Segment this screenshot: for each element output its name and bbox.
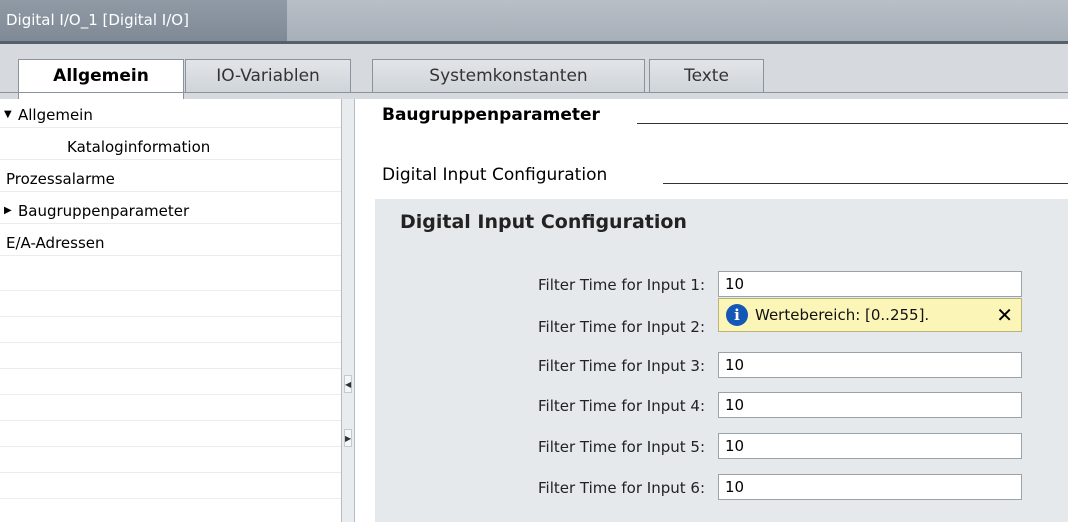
param-label-5: Filter Time for Input 5:: [538, 438, 705, 456]
subsection-divider: [663, 183, 1068, 184]
digital-input-panel: Digital Input Configuration Filter Time …: [375, 199, 1068, 522]
window-title: Digital I/O_1 [Digital I/O]: [0, 0, 287, 41]
tab-row: Allgemein IO-Variablen Systemkonstanten …: [0, 44, 1068, 100]
panel-title: Digital Input Configuration: [400, 211, 687, 233]
nav-item-ea-adressen[interactable]: E/A-Adressen: [0, 230, 341, 256]
nav-empty-row: [0, 499, 341, 522]
nav-empty-row: [0, 369, 341, 395]
nav-item-prozessalarme[interactable]: Prozessalarme: [0, 166, 341, 192]
panel-splitter[interactable]: ◀ ▶: [341, 99, 355, 522]
tab-baseline: [0, 92, 1068, 93]
nav-empty-row: [0, 395, 341, 421]
filter-time-input-5[interactable]: [718, 433, 1022, 459]
nav-item-label: Kataloginformation: [67, 138, 211, 156]
tab-systemkonstanten[interactable]: Systemkonstanten: [372, 59, 645, 93]
param-label-1: Filter Time for Input 1:: [538, 276, 705, 294]
filter-time-input-3[interactable]: [718, 352, 1022, 378]
subsection-title: Digital Input Configuration: [382, 165, 616, 185]
nav-item-allgemein[interactable]: ▼ Allgemein: [0, 102, 341, 128]
section-divider: [637, 123, 1068, 124]
filter-time-input-6[interactable]: [718, 474, 1022, 500]
info-icon: i: [726, 304, 748, 326]
triangle-down-icon[interactable]: ▼: [4, 102, 12, 128]
tab-allgemein[interactable]: Allgemein: [18, 59, 184, 100]
filter-time-input-4[interactable]: [718, 392, 1022, 418]
close-icon[interactable]: ✕: [996, 299, 1013, 331]
section-title: Baugruppenparameter: [382, 105, 608, 125]
triangle-right-icon[interactable]: ▶: [4, 198, 12, 224]
nav-item-label: Allgemein: [18, 106, 93, 124]
nav-item-label: Prozessalarme: [6, 170, 115, 188]
nav-item-label: Baugruppenparameter: [18, 202, 190, 220]
nav-empty-row: [0, 343, 341, 369]
tooltip-message: Wertebereich: [0..255].: [755, 306, 930, 324]
param-label-2: Filter Time for Input 2:: [538, 318, 705, 336]
title-bar: Digital I/O_1 [Digital I/O]: [0, 0, 1068, 44]
collapse-left-icon[interactable]: ◀: [344, 375, 352, 393]
nav-empty-row: [0, 447, 341, 473]
nav-empty-row: [0, 421, 341, 447]
navigation-tree: ▼ Allgemein Kataloginformation Prozessal…: [0, 99, 341, 522]
nav-empty-row: [0, 473, 341, 499]
tab-texte[interactable]: Texte: [649, 59, 764, 93]
parameter-content: Baugruppenparameter Digital Input Config…: [355, 99, 1068, 522]
nav-empty-row: [0, 317, 341, 343]
param-label-3: Filter Time for Input 3:: [538, 357, 705, 375]
expand-right-icon[interactable]: ▶: [344, 429, 352, 447]
tab-io-variablen[interactable]: IO-Variablen: [185, 59, 351, 93]
nav-empty-row: [0, 265, 341, 291]
nav-empty-row: [0, 291, 341, 317]
nav-item-label: E/A-Adressen: [6, 234, 105, 252]
nav-item-baugruppenparameter[interactable]: ▶ Baugruppenparameter: [0, 198, 341, 224]
param-label-4: Filter Time for Input 4:: [538, 397, 705, 415]
nav-item-kataloginformation[interactable]: Kataloginformation: [0, 134, 341, 160]
param-label-6: Filter Time for Input 6:: [538, 479, 705, 497]
filter-time-input-1[interactable]: [718, 271, 1022, 297]
value-range-tooltip: i Wertebereich: [0..255]. ✕: [718, 298, 1022, 332]
